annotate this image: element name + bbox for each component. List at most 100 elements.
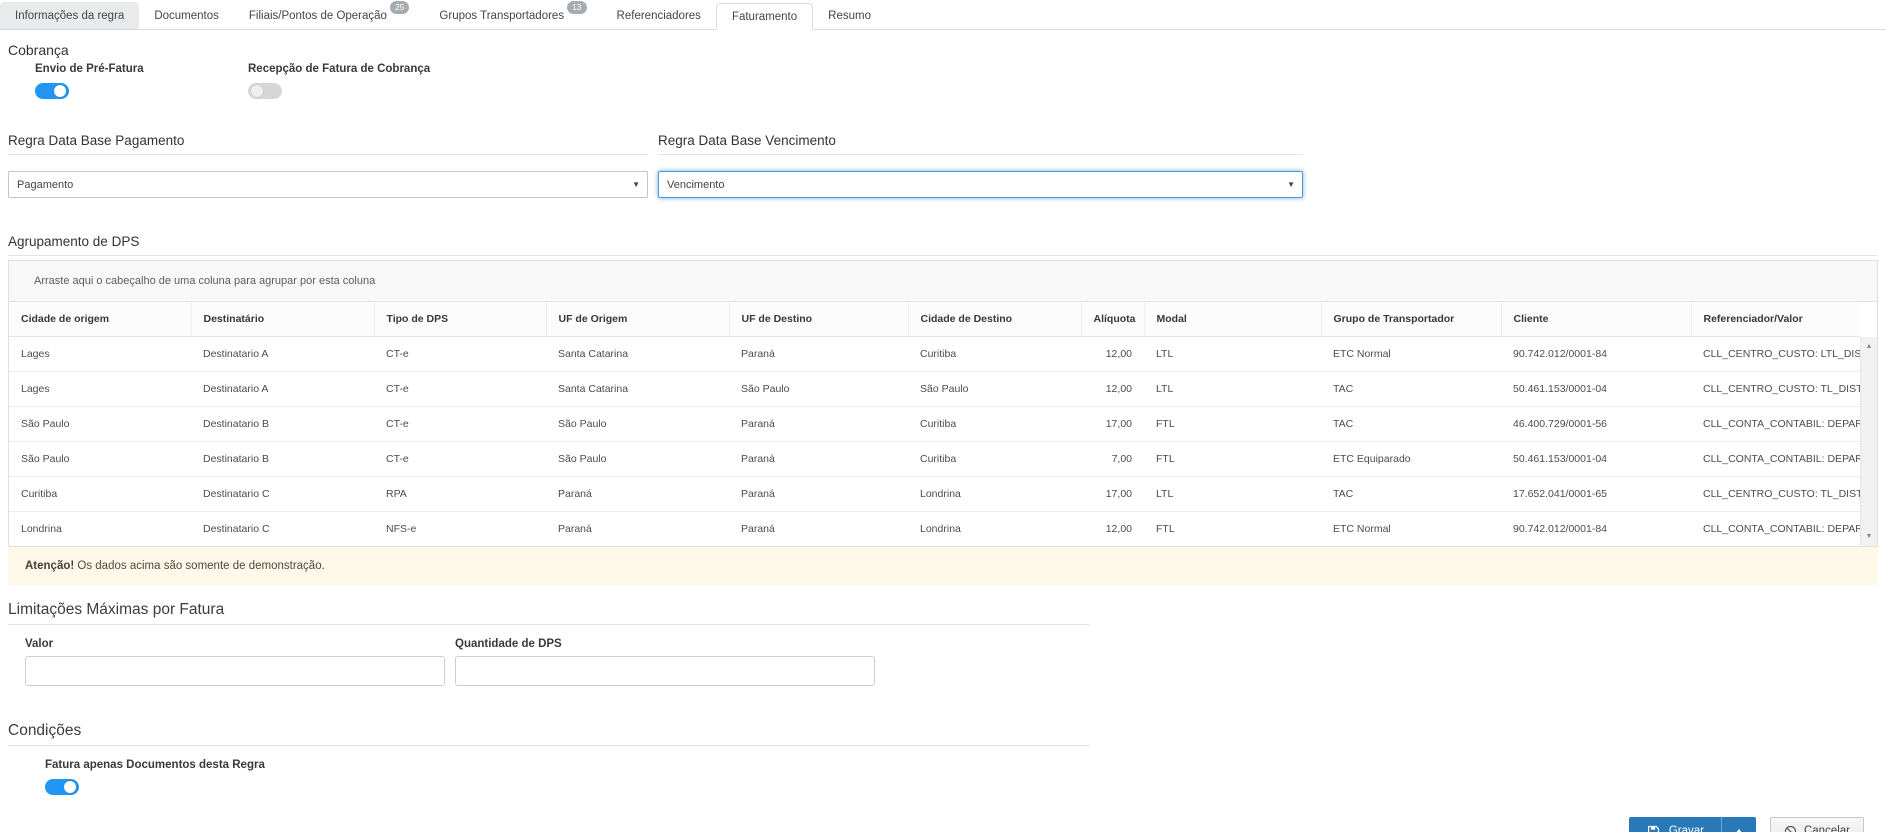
grid-cell: CT-e [374, 336, 546, 371]
table-row[interactable]: LagesDestinatario ACT-eSanta CatarinaSão… [9, 371, 1860, 406]
toggle-knob [64, 781, 76, 793]
group-hint-text: Arraste aqui o cabeçalho de uma coluna p… [34, 275, 375, 287]
fatura-apenas-docs-toggle[interactable] [45, 779, 79, 795]
tab-count-badge: 25 [390, 1, 409, 14]
grid-cell: Paraná [546, 476, 729, 511]
save-split-button: Gravar [1629, 817, 1756, 832]
grid-cell: Destinatario B [191, 406, 374, 441]
grid-cell: CLL_CONTA_CONTABIL: DEPART_A [1691, 406, 1860, 441]
grid-cell: Paraná [729, 406, 908, 441]
table-row[interactable]: São PauloDestinatario BCT-eSão PauloPara… [9, 441, 1860, 476]
table-row[interactable]: São PauloDestinatario BCT-eSão PauloPara… [9, 406, 1860, 441]
grid-cell: TAC [1321, 371, 1501, 406]
tab-informacoes-da-regra[interactable]: Informações da regra [0, 2, 139, 29]
quantidade-de-dps-input[interactable] [455, 656, 875, 686]
grid-cell: São Paulo [546, 441, 729, 476]
column-header-tipo-de-dps[interactable]: Tipo de DPS [374, 302, 546, 336]
grid-cell: Londrina [9, 511, 191, 546]
grid-cell: 90.742.012/0001-84 [1501, 511, 1691, 546]
tab-label: Documentos [154, 10, 219, 22]
grid-cell: 17,00 [1081, 406, 1144, 441]
dps-table: Cidade de origemDestinatárioTipo de DPSU… [9, 302, 1860, 546]
grid-cell: TAC [1321, 476, 1501, 511]
faturamento-page: Informações da regra Documentos Filiais/Po… [0, 0, 1886, 832]
column-header-cliente[interactable]: Cliente [1501, 302, 1691, 336]
column-header-aliquota[interactable]: Alíquota [1081, 302, 1144, 336]
dps-header-row: Cidade de origemDestinatárioTipo de DPSU… [9, 302, 1860, 336]
grid-cell: Paraná [729, 476, 908, 511]
valor-input[interactable] [25, 656, 445, 686]
grid-cell: CLL_CENTRO_CUSTO: LTL_DIST [1691, 336, 1860, 371]
save-options-button[interactable] [1721, 817, 1756, 832]
column-header-destinatario[interactable]: Destinatário [191, 302, 374, 336]
column-header-uf-de-destino[interactable]: UF de Destino [729, 302, 908, 336]
grid-group-drop-area[interactable]: Arraste aqui o cabeçalho de uma coluna p… [9, 261, 1877, 302]
grid-cell: ETC Equiparado [1321, 441, 1501, 476]
grid-cell: 46.400.729/0001-56 [1501, 406, 1691, 441]
tab-filiais-pontos-de-operacao[interactable]: Filiais/Pontos de Operação25 [234, 2, 425, 29]
envio-de-pre-fatura-toggle[interactable] [35, 83, 69, 99]
regra-pagamento-select[interactable]: Pagamento [8, 171, 648, 198]
tab-referenciadores[interactable]: Referenciadores [602, 2, 716, 29]
tab-resumo[interactable]: Resumo [813, 2, 886, 29]
recepcao-de-fatura-de-cobranca-toggle[interactable] [248, 83, 282, 99]
save-button[interactable]: Gravar [1629, 817, 1721, 832]
grid-cell: Santa Catarina [546, 371, 729, 406]
table-row[interactable]: CuritibaDestinatario CRPAParanáParanáLon… [9, 476, 1860, 511]
tab-count-badge: 13 [567, 1, 586, 14]
limitacoes-heading: Limitações Máximas por Fatura [8, 601, 1090, 625]
grid-vertical-scrollbar[interactable]: ▲ ▼ [1860, 337, 1877, 546]
grid-cell: CLL_CONTA_CONTABIL: DEPART_B [1691, 441, 1860, 476]
grid-cell: São Paulo [9, 406, 191, 441]
toggle-label: Recepção de Fatura de Cobrança [248, 62, 461, 76]
table-row[interactable]: LagesDestinatario ACT-eSanta CatarinaPar… [9, 336, 1860, 371]
column-header-cidade-de-origem[interactable]: Cidade de origem [9, 302, 191, 336]
grid-cell: Lages [9, 336, 191, 371]
tab-label: Faturamento [732, 11, 797, 23]
grid-cell: 12,00 [1081, 371, 1144, 406]
grid-cell: Destinatario C [191, 511, 374, 546]
grid-cell: LTL [1144, 476, 1321, 511]
column-header-grupo-de-transportador[interactable]: Grupo de Transportador [1321, 302, 1501, 336]
toggle-label: Envio de Pré-Fatura [35, 62, 248, 76]
grid-cell: ETC Normal [1321, 336, 1501, 371]
column-header-cidade-de-destino[interactable]: Cidade de Destino [908, 302, 1081, 336]
grid-cell: São Paulo [729, 371, 908, 406]
tab-faturamento[interactable]: Faturamento [716, 3, 813, 30]
grid-cell: LTL [1144, 336, 1321, 371]
table-row[interactable]: LondrinaDestinatario CNFS-eParanáParanáL… [9, 511, 1860, 546]
demo-data-warning: Atenção! Os dados acima são somente de d… [8, 547, 1878, 585]
grid-cell: 50.461.153/0001-04 [1501, 441, 1691, 476]
cobranca-toggles: Envio de Pré-FaturaRecepção de Fatura de… [35, 62, 1878, 99]
grid-cell: CT-e [374, 406, 546, 441]
grid-cell: CT-e [374, 371, 546, 406]
dps-table-body: LagesDestinatario ACT-eSanta CatarinaPar… [9, 336, 1860, 546]
grid-cell: 17,00 [1081, 476, 1144, 511]
scroll-down-icon[interactable]: ▼ [1861, 533, 1877, 540]
regra-data-base-row: Regra Data Base Pagamento Pagamento ▼ Re… [8, 133, 1878, 198]
grid-cell: 12,00 [1081, 511, 1144, 546]
grid-cell: Paraná [729, 511, 908, 546]
tab-documentos[interactable]: Documentos [139, 2, 234, 29]
fatura-apenas-docs-label: Fatura apenas Documentos desta Regra [45, 758, 1878, 772]
condicoes-heading: Condições [8, 722, 1090, 746]
scroll-up-icon[interactable]: ▲ [1861, 343, 1877, 350]
warning-text: Os dados acima são somente de demonstraç… [74, 560, 325, 572]
column-header-referenciador-valor[interactable]: Referenciador/Valor [1691, 302, 1860, 336]
tab-grupos-transportadores[interactable]: Grupos Transportadores13 [424, 2, 601, 29]
grid-cell: NFS-e [374, 511, 546, 546]
cancel-button[interactable]: Cancelar [1770, 817, 1864, 832]
grid-cell: Curitiba [908, 406, 1081, 441]
regra-vencimento-heading: Regra Data Base Vencimento [658, 133, 1303, 155]
grid-cell: FTL [1144, 406, 1321, 441]
field-group-quantidade-de-dps: Quantidade de DPS [455, 637, 875, 686]
column-header-uf-de-origem[interactable]: UF de Origem [546, 302, 729, 336]
grid-cell: Paraná [729, 441, 908, 476]
column-header-modal[interactable]: Modal [1144, 302, 1321, 336]
regra-pagamento-column: Regra Data Base Pagamento Pagamento ▼ [8, 133, 648, 198]
regra-vencimento-select[interactable]: Vencimento [658, 171, 1303, 198]
regra-pagamento-heading: Regra Data Base Pagamento [8, 133, 648, 155]
grid-cell: CLL_CENTRO_CUSTO: TL_DIST [1691, 476, 1860, 511]
grid-cell: 7,00 [1081, 441, 1144, 476]
field-group-valor: Valor [25, 637, 445, 686]
